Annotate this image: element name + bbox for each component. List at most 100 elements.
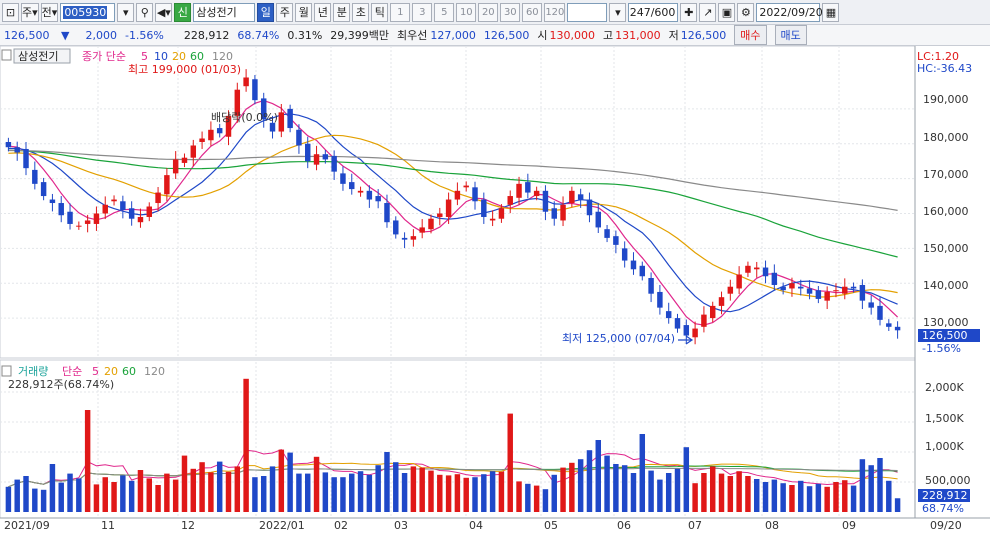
ma-period-60: 60	[190, 50, 204, 63]
ma-line-60	[8, 149, 898, 258]
gear-icon[interactable]: ⚙	[737, 2, 755, 22]
candle-body	[516, 183, 522, 198]
candle-body	[665, 311, 672, 319]
candle	[754, 261, 760, 278]
candle	[859, 279, 866, 310]
calendar-icon[interactable]: ▦	[822, 2, 840, 22]
candle-body	[639, 265, 646, 277]
volume-bar	[586, 450, 593, 512]
screen-icon[interactable]: ▣	[718, 2, 736, 22]
period-year[interactable]: 년	[314, 2, 332, 22]
volume-bar	[595, 440, 601, 512]
volume-bar	[648, 470, 654, 512]
candle-body	[58, 203, 64, 216]
candle	[604, 224, 610, 243]
volume-bar	[190, 468, 197, 512]
chart-canvas[interactable]: 삼성전기 종가 단순 5 10 20 60 120 LC:1.20 HC:-36…	[0, 45, 990, 536]
volume-bar	[278, 449, 285, 512]
volume-value: 228,912	[183, 28, 230, 42]
candle-body	[401, 237, 408, 240]
volume-bar	[824, 486, 830, 512]
moving-average-lines	[8, 99, 899, 326]
candle	[560, 196, 566, 227]
draw-tool-icon[interactable]: ↗	[699, 2, 717, 22]
ma-label: 종가 단순	[82, 50, 126, 63]
stock-code-input[interactable]: 005930	[60, 2, 116, 22]
code-dropdown-button[interactable]: ▾	[117, 2, 135, 22]
candle	[128, 201, 135, 226]
volume-bar	[208, 472, 214, 512]
volume-bar	[657, 479, 663, 512]
period-tick[interactable]: 틱	[371, 2, 389, 22]
sell-button[interactable]: 매도	[774, 25, 807, 45]
stock-name-field[interactable]: 삼성전기	[193, 2, 256, 22]
interval-20[interactable]: 20	[478, 2, 499, 22]
candle	[692, 321, 698, 345]
count-field[interactable]: 247/600	[628, 2, 679, 22]
custom-interval-input[interactable]	[567, 2, 608, 22]
candle-body	[76, 225, 82, 227]
volume-bar	[736, 471, 742, 512]
pane-menu-icon[interactable]	[1, 49, 12, 61]
interval-120[interactable]: 120	[544, 2, 566, 22]
interval-1[interactable]: 1	[390, 2, 411, 22]
interval-5[interactable]: 5	[434, 2, 455, 22]
candle	[331, 150, 337, 181]
interval-30[interactable]: 30	[500, 2, 521, 22]
candle-body	[727, 286, 734, 294]
interval-10[interactable]: 10	[456, 2, 477, 22]
x-label-2022-01: 2022/01	[259, 519, 305, 532]
interval-dropdown-button[interactable]: ▾	[609, 2, 627, 22]
down-arrow-icon: ▼	[61, 28, 70, 42]
y-tick-130000: 130,000	[923, 316, 969, 329]
interval-60[interactable]: 60	[522, 2, 543, 22]
low-value: 126,500	[680, 28, 727, 42]
y-tick-160000: 160,000	[923, 205, 969, 218]
candle-body	[604, 229, 610, 238]
candle-body	[754, 267, 760, 270]
candle-body	[815, 290, 822, 299]
candle	[313, 145, 320, 171]
ma-line-5	[8, 99, 899, 326]
candle-body	[208, 129, 214, 141]
buy-button[interactable]: 매수	[734, 25, 767, 45]
prev-select[interactable]: 전 ▾	[40, 2, 59, 22]
new-badge[interactable]: 신	[174, 2, 192, 22]
volume-pane-menu-icon[interactable]	[1, 365, 12, 377]
period-minute[interactable]: 분	[333, 2, 351, 22]
candle	[454, 182, 461, 206]
ma-line-120	[8, 149, 898, 211]
volume-bar	[243, 378, 249, 512]
x-label-2021-09: 2021/09	[4, 519, 50, 532]
candle-body	[199, 138, 205, 142]
speaker-icon[interactable]: ◀▾	[155, 2, 173, 22]
period-day[interactable]: 일	[257, 2, 275, 22]
volume-bar	[428, 470, 434, 512]
candle	[648, 272, 654, 303]
candle	[657, 284, 663, 315]
candle-body	[709, 305, 716, 319]
chart-area[interactable]: 삼성전기 종가 단순 5 10 20 60 120 LC:1.20 HC:-36…	[0, 45, 990, 536]
quote-bar: 126,500 ▼ 2,000 -1.56% 228,912 68.74% 0.…	[0, 25, 990, 46]
candle	[586, 192, 593, 223]
period-second[interactable]: 초	[352, 2, 370, 22]
low-label: 저	[668, 29, 679, 42]
candle-body	[525, 182, 531, 193]
candle	[49, 193, 56, 212]
market-label: 주	[22, 6, 33, 19]
candle	[551, 201, 557, 226]
indicator-icon[interactable]: ✚	[680, 2, 698, 22]
candle	[525, 173, 531, 199]
date-field[interactable]: 2022/09/20	[756, 2, 823, 22]
period-month[interactable]: 월	[295, 2, 313, 22]
candle	[613, 230, 619, 254]
candle	[709, 301, 716, 323]
market-select[interactable]: 주 ▾	[21, 2, 39, 22]
volume-bar	[789, 485, 795, 512]
layout-icon[interactable]: ⊡	[2, 2, 19, 22]
candle-body	[120, 201, 126, 210]
candle-body	[155, 192, 161, 204]
interval-3[interactable]: 3	[412, 2, 433, 22]
search-icon[interactable]: ⚲	[136, 2, 154, 22]
period-week[interactable]: 주	[276, 2, 294, 22]
